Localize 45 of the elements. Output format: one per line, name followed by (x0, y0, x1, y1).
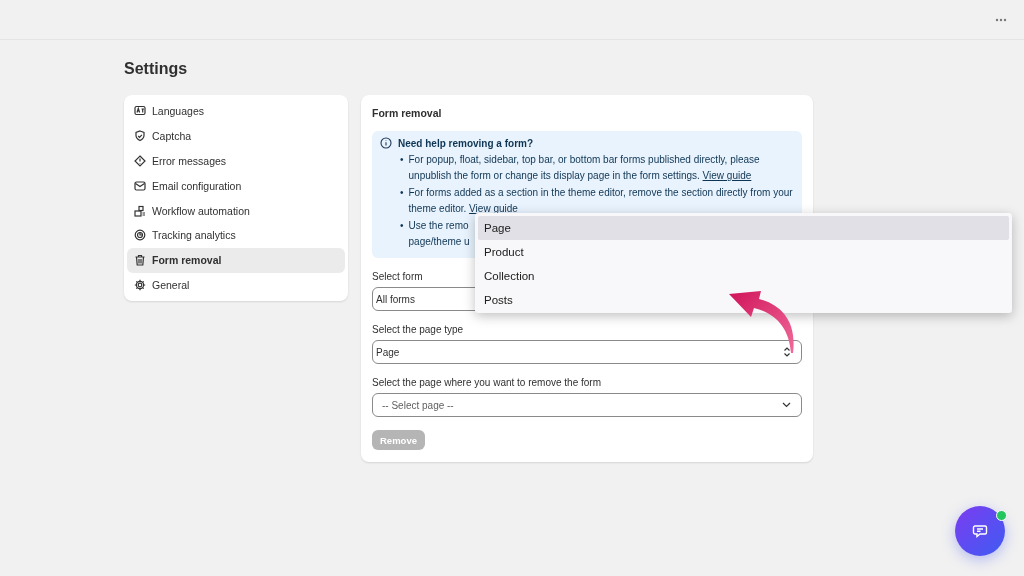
dropdown-option[interactable]: Page (478, 216, 1009, 240)
sidebar-item[interactable]: Tracking analytics (127, 223, 345, 248)
chat-icon (972, 523, 988, 539)
select-field[interactable]: -- Select page -- (372, 393, 802, 417)
info-icon (380, 137, 392, 149)
trash-icon (134, 254, 146, 267)
banner-text: For forms added as a section in the theme editor, remove the section directly from your theme editor. View guide (408, 186, 794, 216)
dropdown-option[interactable]: Posts (478, 288, 1009, 312)
translate-icon (134, 105, 146, 118)
card-title: Form removal (372, 107, 443, 119)
sidebar-item[interactable]: Languages (127, 99, 345, 124)
bullet-marker: • (400, 219, 404, 233)
chat-button[interactable] (955, 506, 1005, 556)
workflow-icon (134, 204, 146, 217)
select-value: Page (376, 346, 400, 358)
select-placeholder: -- Select page -- (381, 399, 454, 411)
view-guide-link[interactable]: View guide (702, 170, 752, 181)
updown-icon (783, 347, 791, 357)
dropdown-option[interactable]: Product (478, 240, 1009, 264)
dropdown-option[interactable]: Collection (478, 264, 1009, 288)
sidebar-item[interactable]: Email configuration (127, 173, 345, 199)
sidebar-item[interactable]: Captcha (127, 123, 345, 149)
view-guide-link[interactable]: View guide (469, 203, 518, 214)
bullet-marker: • (400, 186, 404, 200)
envelope-icon (134, 179, 146, 192)
sidebar-item[interactable]: Form removal (127, 247, 345, 273)
sidebar-item[interactable]: Workflow automation (127, 198, 345, 223)
select-field[interactable]: Page (372, 340, 802, 364)
pie-chart-icon (134, 229, 146, 242)
bullet-marker: • (400, 153, 404, 167)
shield-icon (134, 130, 146, 143)
gear-icon (134, 278, 146, 291)
sidebar-item[interactable]: Error messages (127, 148, 345, 174)
sidebar-item[interactable]: General (127, 272, 345, 298)
field-label: Select the page type (372, 324, 464, 335)
banner-text: Use the remo page/theme u (408, 219, 470, 249)
more-icon[interactable] (995, 17, 1007, 22)
banner-title: Need help removing a form? (398, 137, 534, 149)
select-value: All forms (376, 293, 415, 305)
field-label: Select form (372, 271, 423, 282)
warning-icon (134, 155, 146, 167)
banner-text: For popup, float, sidebar, top bar, or bottom bar forms published directly, please unpublish the form or change its display page in the form settings. View guide (408, 153, 761, 183)
field-label: Select the page where you want to remove the form (372, 377, 601, 388)
page-title: Settings (124, 60, 189, 78)
chevron-down-icon (782, 402, 791, 408)
